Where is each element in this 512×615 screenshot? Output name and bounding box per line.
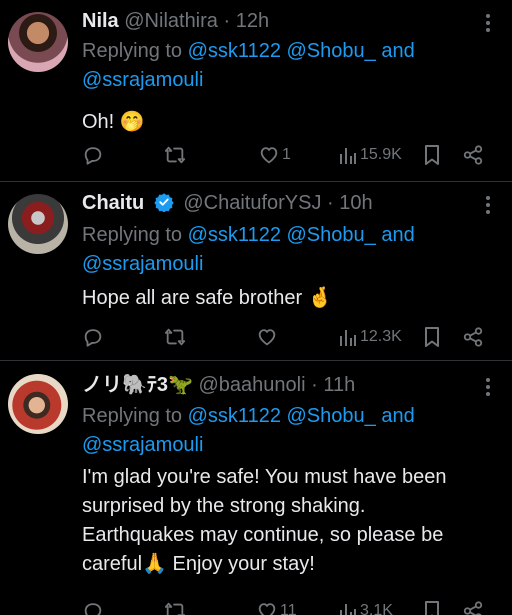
reply-button[interactable] xyxy=(82,322,104,352)
timestamp[interactable]: 10h xyxy=(339,192,372,214)
views-button[interactable]: 15.9K xyxy=(338,140,402,170)
mention-link[interactable]: @ssrajamouli xyxy=(82,69,203,91)
display-name[interactable]: Nila xyxy=(82,10,119,32)
handle[interactable]: @baahunoli xyxy=(199,374,306,396)
share-icon xyxy=(463,145,483,165)
handle[interactable]: @Nilathira xyxy=(124,10,218,32)
heart-icon xyxy=(258,603,276,615)
timestamp[interactable]: 12h xyxy=(236,10,269,32)
tweet-1[interactable]: Nila @Nilathira · 12h Replying to @ssk11… xyxy=(0,0,512,183)
reply-icon xyxy=(84,603,102,615)
share-button[interactable] xyxy=(462,322,484,352)
heart-icon xyxy=(258,329,276,346)
share-icon xyxy=(463,327,483,347)
retweet-icon xyxy=(164,146,186,164)
avatar[interactable] xyxy=(8,12,68,72)
verified-badge-icon xyxy=(154,193,174,212)
views-chart-icon xyxy=(340,330,356,346)
mention-others-link[interactable]: and xyxy=(381,40,414,62)
share-button[interactable] xyxy=(462,140,484,170)
tweet-text: Hope all are safe brother 🤞 xyxy=(82,287,333,309)
avatar[interactable] xyxy=(8,194,68,254)
heart-icon xyxy=(260,147,278,164)
tweet-actions: 12.3K xyxy=(82,322,502,352)
mention-link[interactable]: @ssk1122 xyxy=(188,405,281,427)
like-button[interactable]: 1 xyxy=(258,140,291,170)
views-button[interactable]: 12.3K xyxy=(338,322,402,352)
bookmark-button[interactable] xyxy=(422,140,442,170)
bookmark-button[interactable] xyxy=(422,322,442,352)
reply-icon xyxy=(84,147,102,165)
replying-to: Replying to @ssk1122 @Shobu_ and xyxy=(82,402,502,431)
mention-link[interactable]: @ssk1122 xyxy=(188,40,281,62)
replying-prefix: Replying to xyxy=(82,40,183,62)
view-count: 15.9K xyxy=(360,146,402,163)
view-count: 12.3K xyxy=(360,328,402,345)
tweet-text-line: surprised by the strong shaking. xyxy=(82,495,366,517)
tweet-text-line: Earthquakes may continue, so please be xyxy=(82,524,444,546)
reply-button[interactable] xyxy=(82,140,104,170)
mention-link[interactable]: @ssrajamouli xyxy=(82,434,203,456)
retweet-button[interactable] xyxy=(164,596,186,615)
separator: · xyxy=(223,10,231,32)
tweet-text: I'm glad you're safe! You must have been… xyxy=(82,463,502,579)
separator: · xyxy=(311,374,318,396)
reply-icon xyxy=(84,329,102,347)
share-icon xyxy=(463,601,483,615)
like-count: 1 xyxy=(282,146,291,163)
retweet-button[interactable] xyxy=(164,140,186,170)
bookmark-icon xyxy=(425,601,439,615)
replying-prefix: Replying to xyxy=(82,405,183,427)
like-count: 11 xyxy=(280,602,297,615)
mention-link[interactable]: @ssrajamouli xyxy=(82,253,203,275)
retweet-icon xyxy=(164,602,186,615)
tweet-header: Chaitu @ChaituforYSJ · 10h xyxy=(82,188,502,218)
more-dots-icon[interactable] xyxy=(480,194,496,216)
views-chart-icon xyxy=(340,148,356,164)
bookmark-button[interactable] xyxy=(422,596,442,615)
bookmark-icon xyxy=(425,327,439,347)
like-button[interactable]: 11 xyxy=(256,596,297,615)
handle[interactable]: @ChaituforYSJ xyxy=(183,192,321,214)
avatar[interactable] xyxy=(8,374,68,434)
views-button[interactable]: 3.1K xyxy=(338,596,393,615)
mention-link[interactable]: @Shobu_ xyxy=(287,405,376,427)
like-button[interactable] xyxy=(256,322,280,352)
reply-feed: Nila @Nilathira · 12h Replying to @ssk11… xyxy=(0,0,512,615)
tweet-3[interactable]: ノリ🐘ﾃ3🦖 @baahunoli · 11h Replying to @ssk… xyxy=(0,361,512,615)
retweet-button[interactable] xyxy=(164,322,186,352)
tweet-text: Oh! 🤭 xyxy=(82,111,145,133)
tweet-header: Nila @Nilathira · 12h xyxy=(82,6,502,36)
more-dots-icon[interactable] xyxy=(480,12,496,34)
tweet-header: ノリ🐘ﾃ3🦖 @baahunoli · 11h xyxy=(82,370,502,400)
display-name[interactable]: ノリ🐘ﾃ3🦖 xyxy=(82,374,193,396)
mention-link[interactable]: @Shobu_ xyxy=(287,224,376,246)
tweet-text-line: careful🙏 Enjoy your stay! xyxy=(82,553,315,575)
replying-prefix: Replying to xyxy=(82,224,183,246)
tweet-actions: 1 15.9K xyxy=(82,140,502,170)
replying-to: Replying to @ssk1122 @Shobu_ and xyxy=(82,221,502,250)
tweet-text-line: I'm glad you're safe! You must have been xyxy=(82,466,447,488)
reply-button[interactable] xyxy=(82,596,104,615)
tweet-actions: 11 3.1K xyxy=(82,596,502,615)
mention-link[interactable]: @Shobu_ xyxy=(287,40,376,62)
mention-others-link[interactable]: and xyxy=(381,224,414,246)
separator: · xyxy=(327,192,334,214)
share-button[interactable] xyxy=(462,596,484,615)
views-chart-icon xyxy=(340,604,356,615)
retweet-icon xyxy=(164,328,186,346)
view-count: 3.1K xyxy=(360,602,393,615)
bookmark-icon xyxy=(425,145,439,165)
tweet-2[interactable]: Chaitu @ChaituforYSJ · 10h Replying to @… xyxy=(0,182,512,360)
display-name[interactable]: Chaitu xyxy=(82,192,144,214)
timestamp[interactable]: 11h xyxy=(323,374,355,396)
mention-others-link[interactable]: and xyxy=(381,405,414,427)
more-dots-icon[interactable] xyxy=(480,376,496,398)
replying-to: Replying to @ssk1122 @Shobu_ and xyxy=(82,37,502,66)
mention-link[interactable]: @ssk1122 xyxy=(188,224,281,246)
